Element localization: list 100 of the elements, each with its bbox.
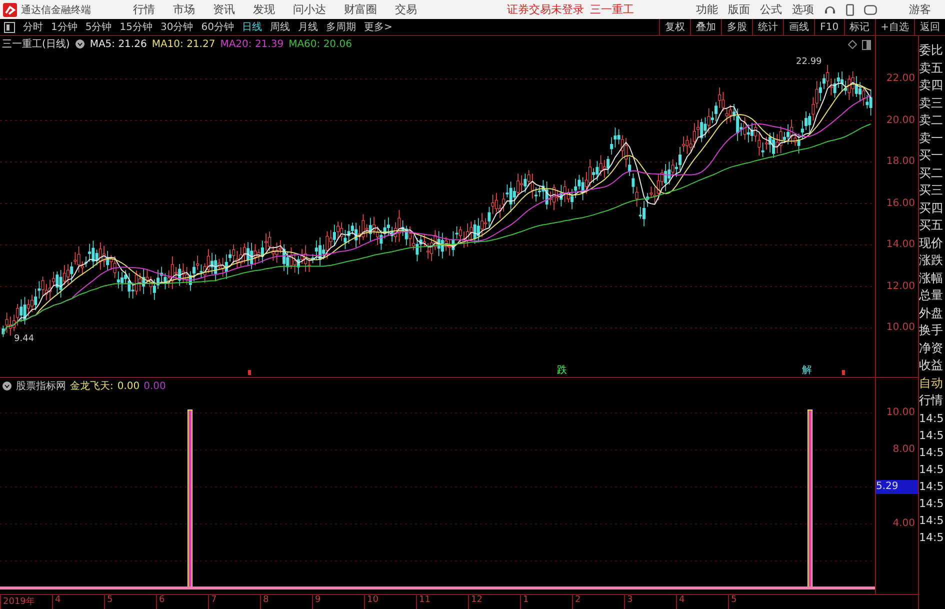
menu-item[interactable]: 交易 xyxy=(395,2,417,17)
quote-field-label: 卖一 xyxy=(919,130,944,146)
moving-average-label: MA5: 21.26 xyxy=(90,38,147,50)
date-axis-label: 6 xyxy=(156,595,208,609)
signal-label: 跌 xyxy=(557,364,567,377)
quote-field-label: 买三 xyxy=(919,182,944,199)
date-axis-label: 2 xyxy=(572,595,624,609)
quote-field-label: 卖二 xyxy=(919,112,944,129)
quote-field-label: 收益 xyxy=(919,357,944,374)
indicator-value: 0.00 xyxy=(144,380,166,392)
signal-label: 解 xyxy=(802,364,812,377)
quote-field-label: 现价 xyxy=(919,234,944,252)
period-tab[interactable]: 5分钟 xyxy=(85,20,112,34)
quote-field-label: 买二 xyxy=(919,164,944,182)
period-tab[interactable]: 1分钟 xyxy=(51,20,78,34)
price-axis-label: 12.00 xyxy=(885,280,916,294)
quote-field-label: 涨跌 xyxy=(919,252,944,269)
indicator-axis-label: 10.00 xyxy=(885,406,916,420)
menu-item[interactable]: 发现 xyxy=(253,2,275,17)
trade-time: 14:5 xyxy=(919,462,945,478)
menu-item[interactable]: 问小达 xyxy=(293,2,326,17)
mode-label[interactable]: 行情 xyxy=(919,392,945,410)
indicator-source: 股票指标网 xyxy=(16,380,66,393)
period-tab[interactable]: 15分钟 xyxy=(120,20,152,34)
menu-item[interactable]: 行情 xyxy=(133,2,155,17)
mode-label[interactable]: 自动 xyxy=(919,374,945,392)
high-price-label: 22.99 xyxy=(796,57,822,67)
date-axis-label: 7 xyxy=(208,595,260,609)
quote-field-label: 买四 xyxy=(919,200,944,216)
quote-field-label: 涨幅 xyxy=(919,270,944,286)
menu-item[interactable]: 财富圈 xyxy=(344,2,377,17)
quote-field-label: 卖三 xyxy=(919,94,944,112)
period-tab[interactable]: 月线 xyxy=(298,20,318,34)
date-axis-label: 2019年 xyxy=(0,595,52,609)
date-axis-label: 12 xyxy=(468,595,520,609)
price-axis-label: 18.00 xyxy=(885,155,916,169)
tool-menu-item[interactable]: 功能 xyxy=(696,2,718,17)
period-tab[interactable]: 30分钟 xyxy=(160,20,194,34)
date-axis-label: 4 xyxy=(52,595,104,609)
menu-item[interactable]: 市场 xyxy=(173,2,195,17)
moving-average-label: MA10: 21.27 xyxy=(152,38,216,50)
period-tab[interactable]: 日线 xyxy=(242,20,262,34)
period-tab[interactable]: 周线 xyxy=(270,20,290,34)
price-axis-label: 20.00 xyxy=(885,114,916,128)
indicator-axis-label: 4.00 xyxy=(892,517,916,531)
layout-icon[interactable] xyxy=(4,22,15,32)
price-axis-label: 22.00 xyxy=(885,72,916,86)
quote-field-label: 买五 xyxy=(919,217,944,234)
quote-field-label: 买一 xyxy=(919,147,944,164)
trade-time: 14:5 xyxy=(919,428,945,444)
period-tab[interactable]: 多周期 xyxy=(326,20,356,34)
headset-icon[interactable] xyxy=(824,4,836,16)
phone-icon[interactable] xyxy=(846,4,854,16)
collapse-icon[interactable] xyxy=(2,381,12,391)
trade-time: 14:5 xyxy=(919,444,945,460)
quote-field-label: 外盘 xyxy=(919,304,944,322)
quote-field-label: 换手 xyxy=(919,322,944,339)
date-axis-label: 4 xyxy=(676,595,728,609)
period-tab[interactable]: 60分钟 xyxy=(201,20,234,34)
menu-item[interactable]: 资讯 xyxy=(213,2,235,17)
period-tab[interactable]: 分时 xyxy=(23,20,43,34)
low-price-label: 9.44 xyxy=(14,334,34,344)
date-axis-label: 8 xyxy=(260,595,312,609)
quote-field-label: 委比 xyxy=(919,42,944,59)
trade-time: 14:5 xyxy=(919,530,945,546)
moving-average-label: MA20: 21.39 xyxy=(220,38,284,50)
price-axis-label: 10.00 xyxy=(885,321,916,335)
date-axis-label: 5 xyxy=(728,595,780,609)
trade-time: 14:5 xyxy=(919,410,945,426)
price-axis-label: 16.00 xyxy=(885,196,916,210)
trade-time: 14:5 xyxy=(919,496,945,512)
date-axis-label: 10 xyxy=(364,595,416,609)
current-value-badge: 5.29 xyxy=(876,480,918,494)
indicator-axis-label: 8.00 xyxy=(892,443,916,457)
message-icon[interactable] xyxy=(864,4,877,14)
indicator-value: 0.00 xyxy=(117,380,140,392)
user-label[interactable]: 游客 xyxy=(909,2,931,17)
date-axis-label: 3 xyxy=(624,595,676,609)
price-axis-label: 14.00 xyxy=(885,238,916,252)
quote-field-label: 卖四 xyxy=(919,77,944,94)
signal-mark-icon xyxy=(842,370,845,375)
panel-icon[interactable] xyxy=(862,40,871,50)
logo-icon xyxy=(3,2,17,16)
tool-menu-item[interactable]: 版面 xyxy=(728,2,750,17)
date-axis-label: 1 xyxy=(520,595,572,609)
period-tab[interactable]: 更多> xyxy=(364,20,392,34)
stock-name: 三一重工 xyxy=(590,2,634,17)
tool-menu-item[interactable]: 公式 xyxy=(760,2,782,17)
quote-field-label: 总量 xyxy=(919,287,944,304)
signal-mark-icon xyxy=(248,370,251,375)
date-axis-label: 11 xyxy=(416,595,468,609)
trade-time: 14:5 xyxy=(919,478,945,494)
tool-menu-item[interactable]: 选项 xyxy=(792,2,814,17)
date-axis-label: 5 xyxy=(104,595,156,609)
date-axis-label: 9 xyxy=(312,595,364,609)
moving-average-label: MA60: 20.06 xyxy=(288,38,352,50)
chart-title: 三一重工(日线) xyxy=(2,38,70,51)
diamond-icon[interactable] xyxy=(848,40,857,49)
login-status[interactable]: 证券交易未登录 xyxy=(507,2,584,17)
quote-field-label: 净资 xyxy=(919,340,944,356)
